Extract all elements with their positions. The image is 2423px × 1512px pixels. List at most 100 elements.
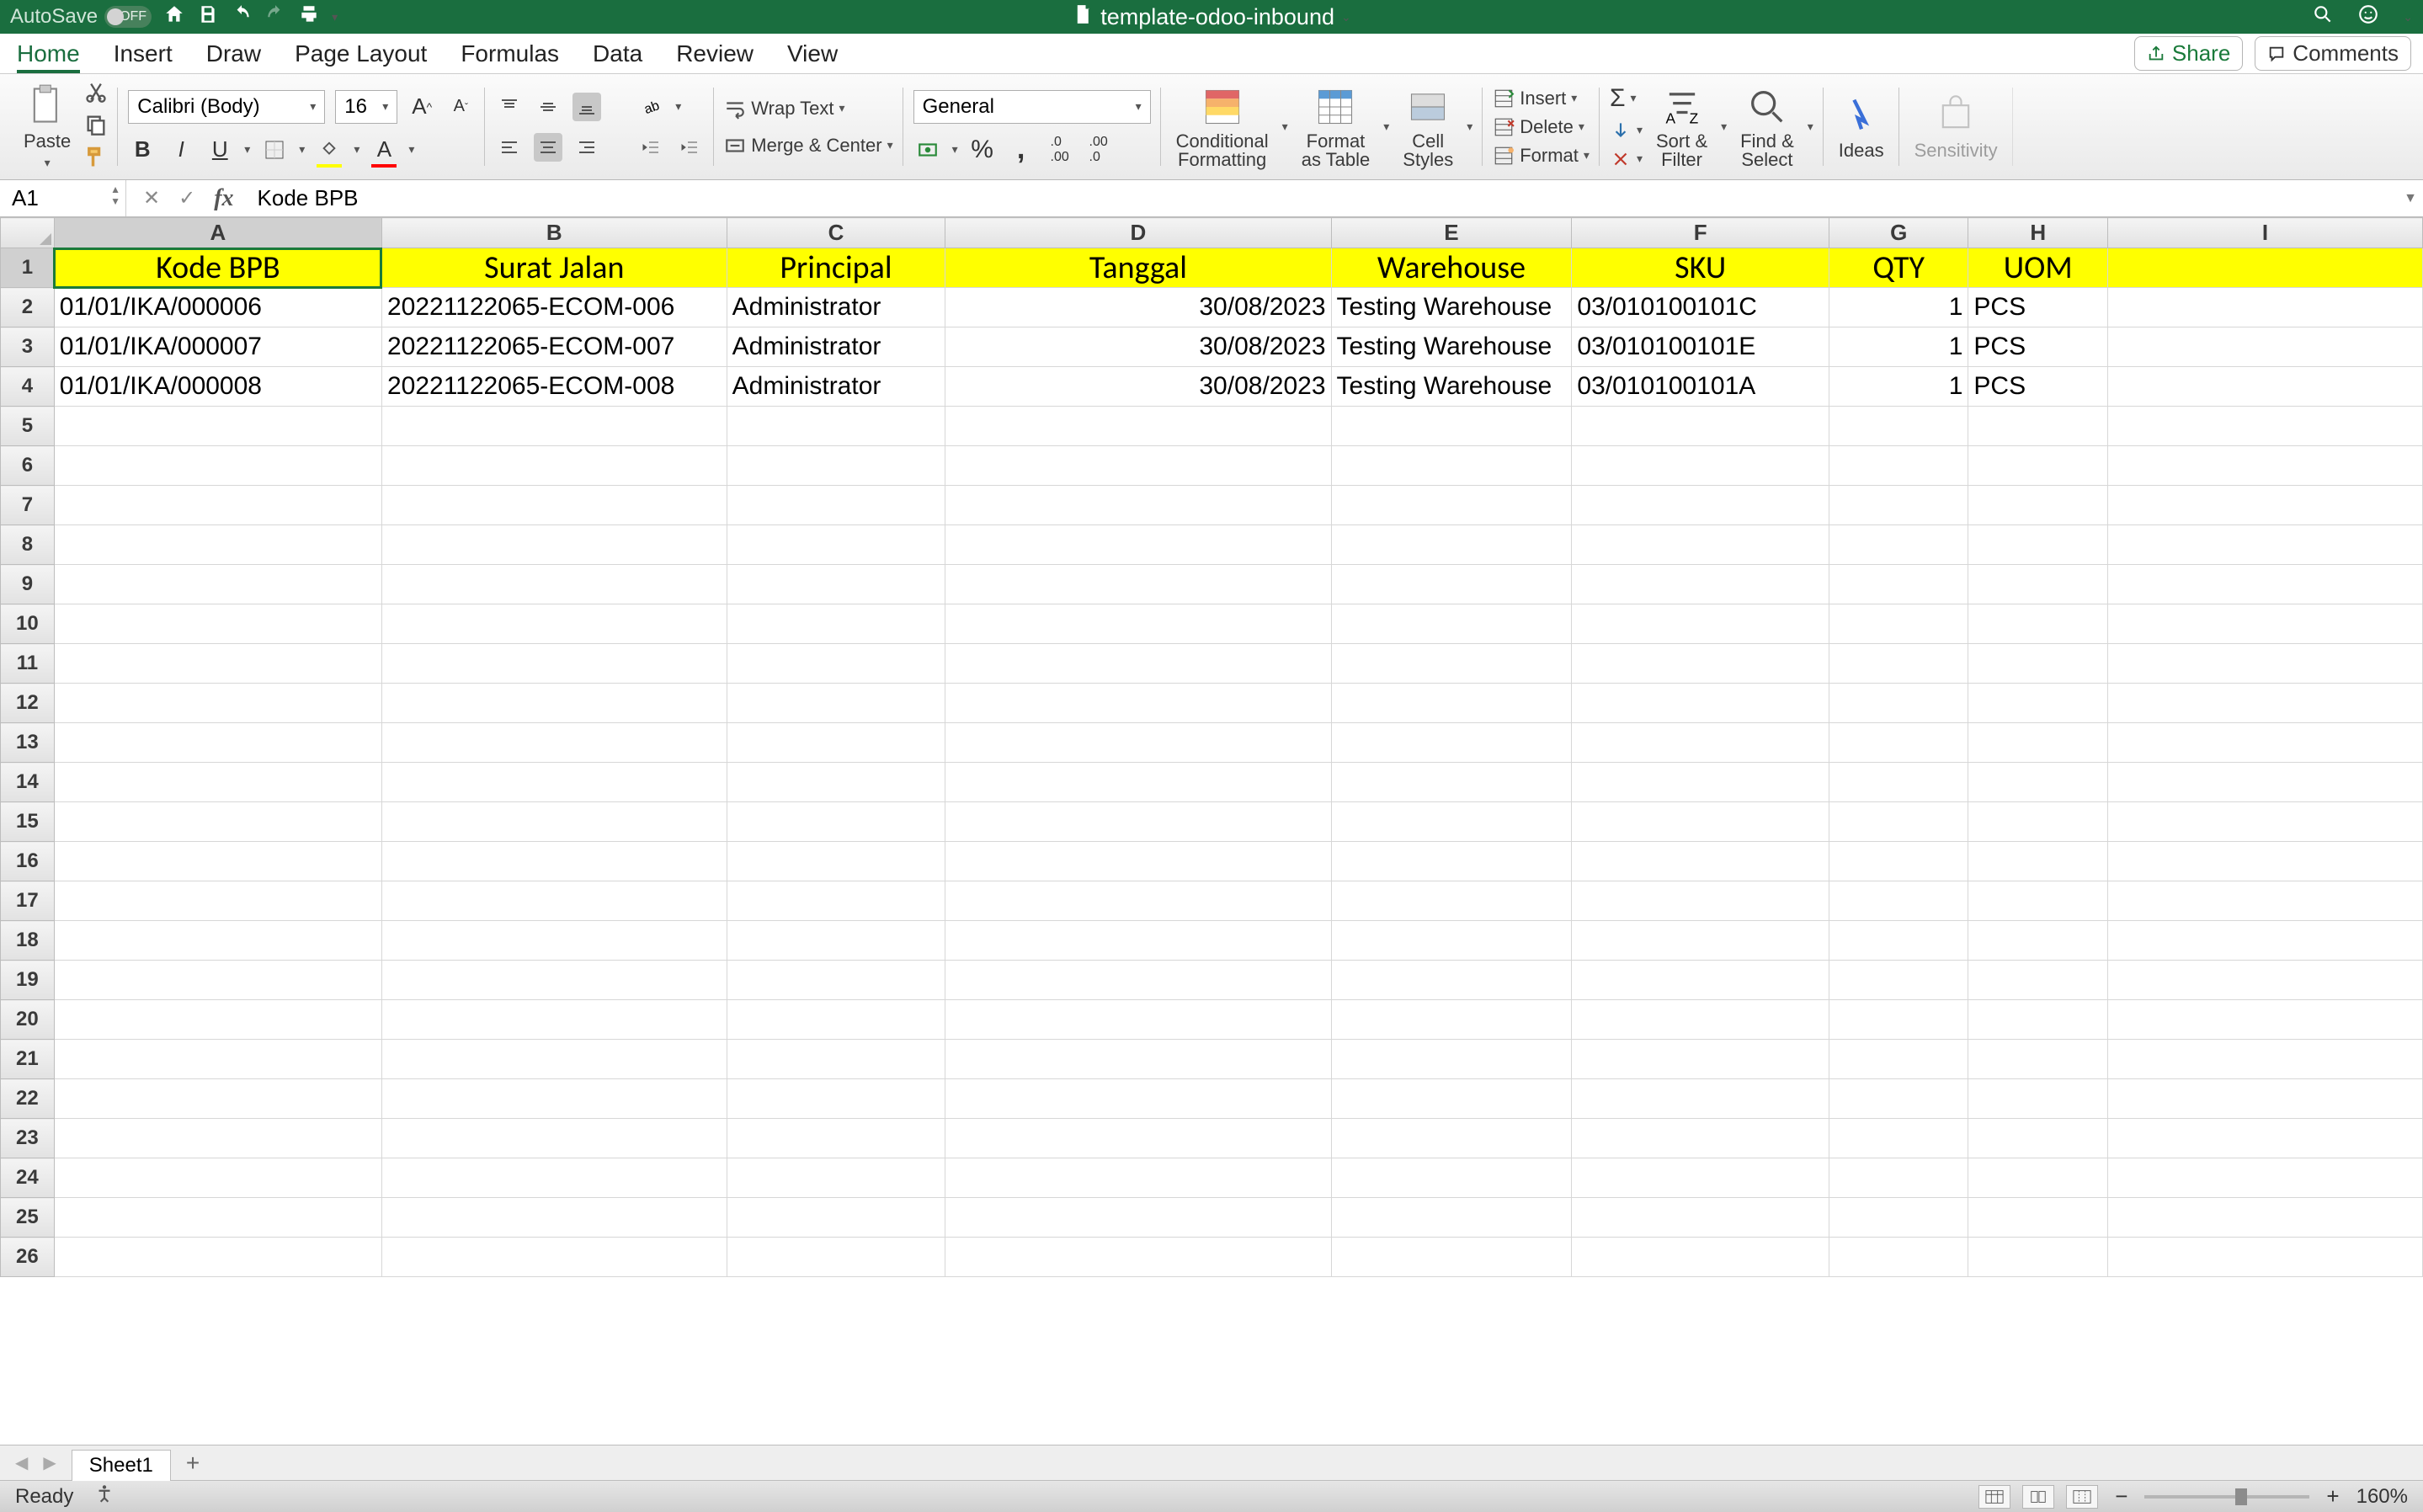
cell[interactable] — [1572, 1238, 1829, 1277]
cell[interactable] — [945, 1119, 1331, 1158]
sheet-nav-prev-icon[interactable]: ◀ — [15, 1452, 28, 1473]
tab-data[interactable]: Data — [593, 34, 642, 73]
cell[interactable] — [945, 1198, 1331, 1238]
cell[interactable] — [2108, 248, 2423, 288]
cell[interactable] — [727, 802, 945, 842]
wrap-text-button[interactable]: Wrap Text▾ — [724, 98, 892, 120]
cell[interactable] — [727, 565, 945, 604]
cell[interactable]: Surat Jalan — [381, 248, 727, 288]
cell[interactable] — [1572, 1158, 1829, 1198]
row-header[interactable]: 14 — [1, 763, 55, 802]
cell[interactable]: Kode BPB — [54, 248, 381, 288]
sheet-nav-next-icon[interactable]: ▶ — [43, 1452, 56, 1473]
page-break-view-button[interactable] — [2066, 1485, 2098, 1509]
cell[interactable] — [727, 842, 945, 881]
comma-icon[interactable]: , — [1007, 136, 1036, 164]
cell[interactable] — [1968, 486, 2108, 525]
undo-icon[interactable] — [231, 3, 253, 31]
cell[interactable] — [2108, 763, 2423, 802]
cell[interactable] — [2108, 1040, 2423, 1079]
cell[interactable] — [2108, 921, 2423, 961]
percent-icon[interactable]: % — [968, 136, 997, 164]
cell[interactable]: 01/01/IKA/000007 — [54, 327, 381, 367]
cell[interactable] — [1829, 921, 1968, 961]
cell[interactable]: 1 — [1829, 288, 1968, 327]
cell[interactable] — [945, 723, 1331, 763]
cell[interactable] — [945, 1040, 1331, 1079]
formula-input[interactable]: Kode BPB — [251, 185, 2398, 211]
share-button[interactable]: Share — [2134, 36, 2243, 71]
cell[interactable] — [1572, 1079, 1829, 1119]
row-header[interactable]: 8 — [1, 525, 55, 565]
cell[interactable] — [1968, 723, 2108, 763]
currency-icon[interactable] — [913, 136, 942, 164]
cell[interactable] — [381, 1079, 727, 1119]
cell[interactable] — [1572, 921, 1829, 961]
cell[interactable] — [2108, 604, 2423, 644]
cell[interactable] — [54, 723, 381, 763]
ideas-button[interactable]: Ideas — [1834, 93, 1889, 162]
cell[interactable] — [945, 881, 1331, 921]
fill-color-button[interactable] — [315, 136, 343, 164]
cell[interactable] — [54, 565, 381, 604]
cell[interactable] — [381, 486, 727, 525]
cell[interactable] — [381, 525, 727, 565]
cell[interactable] — [381, 1158, 727, 1198]
cell[interactable] — [1829, 842, 1968, 881]
cell[interactable]: Administrator — [727, 327, 945, 367]
cell[interactable] — [1968, 1238, 2108, 1277]
cancel-formula-icon[interactable]: ✕ — [143, 186, 160, 210]
row-header[interactable]: 13 — [1, 723, 55, 763]
cell[interactable] — [1968, 407, 2108, 446]
cell[interactable] — [2108, 525, 2423, 565]
cut-icon[interactable] — [84, 80, 108, 108]
merge-center-button[interactable]: Merge & Center▾ — [724, 135, 892, 157]
cell[interactable] — [727, 407, 945, 446]
cell[interactable] — [1572, 446, 1829, 486]
cell[interactable] — [381, 1198, 727, 1238]
column-header[interactable]: A — [54, 218, 381, 248]
cell[interactable] — [727, 604, 945, 644]
find-select-button[interactable]: Find & Select — [1735, 85, 1799, 169]
cell[interactable] — [945, 486, 1331, 525]
cell[interactable] — [2108, 723, 2423, 763]
cell[interactable] — [727, 1040, 945, 1079]
print-icon[interactable] — [298, 3, 320, 31]
cell[interactable] — [381, 1119, 727, 1158]
cell[interactable] — [2108, 1158, 2423, 1198]
cell[interactable] — [54, 1079, 381, 1119]
cell[interactable] — [1331, 1238, 1572, 1277]
cell[interactable] — [1968, 684, 2108, 723]
cell[interactable] — [945, 684, 1331, 723]
cell[interactable] — [1572, 644, 1829, 684]
cell[interactable]: 20221122065-ECOM-008 — [381, 367, 727, 407]
cell[interactable] — [1968, 644, 2108, 684]
row-header[interactable]: 22 — [1, 1079, 55, 1119]
cell[interactable]: UOM — [1968, 248, 2108, 288]
row-header[interactable]: 2 — [1, 288, 55, 327]
clear-button[interactable]: ▾ — [1610, 148, 1643, 170]
cell[interactable] — [945, 1238, 1331, 1277]
cell[interactable] — [1968, 1158, 2108, 1198]
cell[interactable] — [727, 446, 945, 486]
search-icon[interactable] — [2312, 3, 2334, 31]
cell[interactable] — [1331, 763, 1572, 802]
cell[interactable] — [54, 881, 381, 921]
cell[interactable] — [381, 842, 727, 881]
cell[interactable] — [1968, 802, 2108, 842]
cell[interactable] — [54, 1119, 381, 1158]
zoom-level[interactable]: 160% — [2356, 1485, 2408, 1509]
underline-button[interactable]: U — [205, 136, 234, 164]
cell[interactable] — [727, 723, 945, 763]
autosave-toggle[interactable]: AutoSave OFF — [10, 5, 152, 29]
cell[interactable] — [381, 961, 727, 1000]
cell[interactable] — [1331, 644, 1572, 684]
cell[interactable] — [54, 684, 381, 723]
cell[interactable] — [1331, 1040, 1572, 1079]
border-button[interactable] — [260, 136, 289, 164]
cell[interactable] — [381, 644, 727, 684]
cell[interactable] — [1968, 842, 2108, 881]
font-name-select[interactable]: Calibri (Body)▾ — [128, 90, 325, 124]
row-header[interactable]: 5 — [1, 407, 55, 446]
cell[interactable]: PCS — [1968, 367, 2108, 407]
